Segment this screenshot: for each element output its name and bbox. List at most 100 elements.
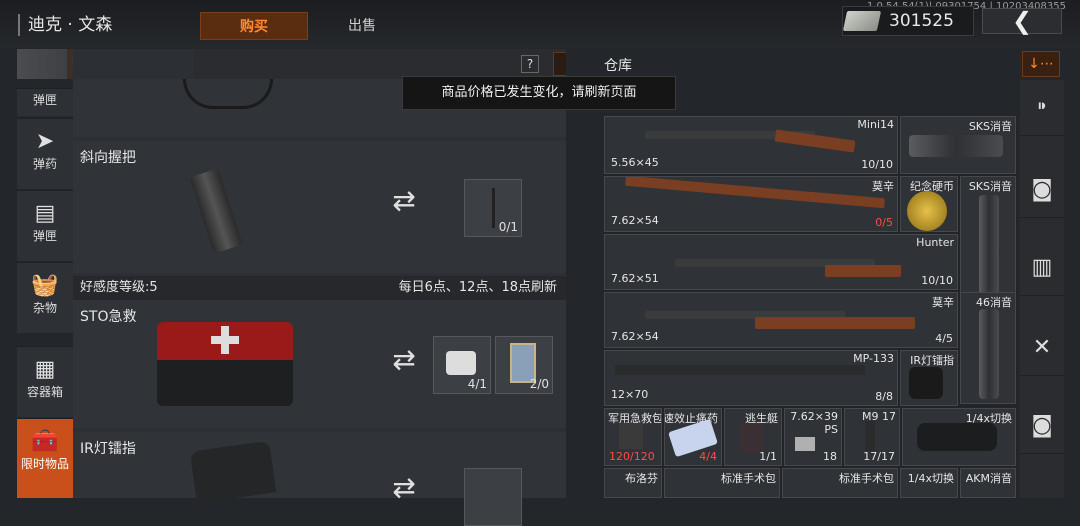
overview-button[interactable]: 总览 [553,52,566,76]
grip-icon [189,168,243,254]
item-qty: 18 [823,450,837,463]
category-magazine-top[interactable]: 弹匣 [17,88,73,116]
warehouse-item-coin[interactable]: 纪念硬币 [900,176,958,232]
shotgun-icon [615,365,865,375]
camera-icon[interactable]: ◙ [1020,398,1064,454]
warehouse-item-surgical-kit[interactable]: 标准手术包 [664,468,780,498]
bag-icon [446,351,476,375]
refresh-time: 每日6点、12点、18点刷新 [398,280,557,295]
slot-count: 0/1 [498,220,518,234]
medkit-icon [619,423,643,449]
suppressor-icon [909,135,1003,157]
category-limited[interactable]: 🧰 限时物品 [17,418,73,498]
warehouse-item-sks-suppressor[interactable]: SKS消音 [900,116,1016,174]
trade-slot[interactable]: 0/1 [464,179,522,237]
container-icon: ▦ [34,357,56,382]
item-name: AKM消音 [965,472,1012,485]
warehouse-item-surgical-kit-2[interactable]: 标准手术包 [782,468,898,498]
rifle-icon [625,177,885,209]
item-caliber: 7.62×54 [611,330,659,343]
category-magazine[interactable]: ▤ 弹匣 [17,190,73,261]
sort-button[interactable]: ↓⋯ [1022,51,1060,77]
shop-header [193,49,566,79]
item-name: IR灯镭指 [910,354,954,367]
camera-icon[interactable]: ◙ [1020,162,1064,218]
item-name: 标准手术包 [721,472,776,485]
magazine-icon [865,421,875,451]
warehouse-item-m9-mag[interactable]: M9 17 17/17 [844,408,900,466]
rifle-stock-icon [825,265,901,277]
trade-slot-b[interactable]: 2/0 [495,336,553,394]
warehouse-item-escape-boat[interactable]: 逃生艇 1/1 [724,408,782,466]
item-caliber: 12×70 [611,388,649,401]
warehouse-item-akm-suppressor[interactable]: AKM消音 [960,468,1016,498]
category-misc[interactable]: 🧺 杂物 [17,262,73,333]
item-name: 46消音 [976,296,1012,309]
warehouse-item-ir[interactable]: IR灯镭指 [900,350,958,406]
magazine-icon: ▤ [34,201,56,226]
suppressor-icon [979,309,999,399]
warehouse-item-scope[interactable]: 1/4x切换 [902,408,1016,466]
item-name: SKS消音 [968,120,1012,133]
warehouse-item-ammo-ps[interactable]: 7.62×39 PS 18 [784,408,842,466]
coin-icon [907,191,947,231]
item-caliber: 7.62×51 [611,272,659,285]
ammo-box-icon [795,437,815,451]
item-name: SKS消音 [968,180,1012,193]
warehouse-title: 仓库 [604,58,632,74]
item-qty: 10/10 [921,274,953,287]
trade-slot-a[interactable]: 4/1 [433,336,491,394]
bullet-icon[interactable]: ⁍ [1020,80,1064,136]
item-name: 布洛芬 [625,472,658,485]
rifle-stock-icon [774,129,856,153]
warehouse-item-hunter[interactable]: Hunter 7.62×51 10/10 [604,234,958,290]
item-caliber: 5.56×45 [611,156,659,169]
sling-icon [183,79,273,109]
category-container[interactable]: ▦ 容器箱 [17,346,73,417]
warehouse-item-ibuprofen[interactable]: 布洛芬 [604,468,662,498]
tools-icon[interactable]: ✕ [1020,320,1064,376]
scope-icon [917,423,997,451]
category-sidebar: 弹匣 ➤ 弹药 ▤ 弹匣 🧺 杂物 ▦ 容器箱 🧰 限时物品 [17,88,73,498]
warehouse-item-scope-2[interactable]: 1/4x切换 [900,468,958,498]
warehouse-item-46-suppressor[interactable]: 46消音 [960,292,1016,404]
favor-level: 好感度等级:5 [80,280,158,295]
item-name: 标准手术包 [839,472,894,485]
item-qty: 0/5 [875,216,893,229]
price-changed-notice: 商品价格已发生变化，请刷新页面 [402,76,676,110]
shop-row-ir[interactable]: IR灯镭指 ⇄ [73,432,566,526]
medkit-icon [157,322,293,406]
item-name: 斜向握把 [80,150,136,166]
item-qty: 10/10 [861,158,893,171]
back-button[interactable]: ❮ [982,8,1062,34]
item-qty: 120/120 [609,450,655,463]
item-qty: 4/5 [935,332,953,345]
ir-device-icon [909,367,943,399]
warehouse-item-military-medkit[interactable]: 军用急救包 120/120 [604,408,662,466]
trade-arrows-icon: ⇄ [392,471,416,504]
shop-row-grip[interactable]: 斜向握把 ⇄ 0/1 [73,141,566,273]
warehouse-item-painkiller[interactable]: 速效止痛药 4/4 [664,408,722,466]
item-name: STO急救 [80,309,137,325]
item-qty: 4/4 [699,450,717,463]
tab-buy[interactable]: 购买 [200,12,308,40]
warehouse-item-mini14[interactable]: Mini14 5.56×45 10/10 [604,116,898,174]
shop-row-medkit[interactable]: STO急救 ⇄ 4/1 2/0 [73,300,566,428]
item-name: MP-133 [853,352,894,365]
warehouse-side-tabs: ⁍ ◙ ▥ ✕ ◙ [1020,80,1064,498]
trade-arrows-icon: ⇄ [392,343,416,376]
favor-band: 好感度等级:5 每日6点、12点、18点刷新 [73,276,566,300]
tab-sell[interactable]: 出售 [308,12,416,40]
trade-slot[interactable] [464,468,522,526]
category-ammo[interactable]: ➤ 弹药 [17,118,73,189]
basket-icon[interactable]: ▥ [1020,240,1064,296]
warehouse-item-mosin-2[interactable]: 莫辛 7.62×54 4/5 [604,292,958,348]
toolbox-icon: 🧰 [31,429,59,454]
warehouse-item-mp133[interactable]: MP-133 12×70 8/8 [604,350,898,406]
item-name: 莫辛 [932,296,954,309]
warehouse-item-mosin[interactable]: 莫辛 7.62×54 0/5 [604,176,898,232]
item-name: IR灯镭指 [80,441,136,457]
money-display: 301525 [842,6,974,36]
bullet-icon: ➤ [35,129,55,154]
help-button[interactable]: ? [521,55,539,73]
